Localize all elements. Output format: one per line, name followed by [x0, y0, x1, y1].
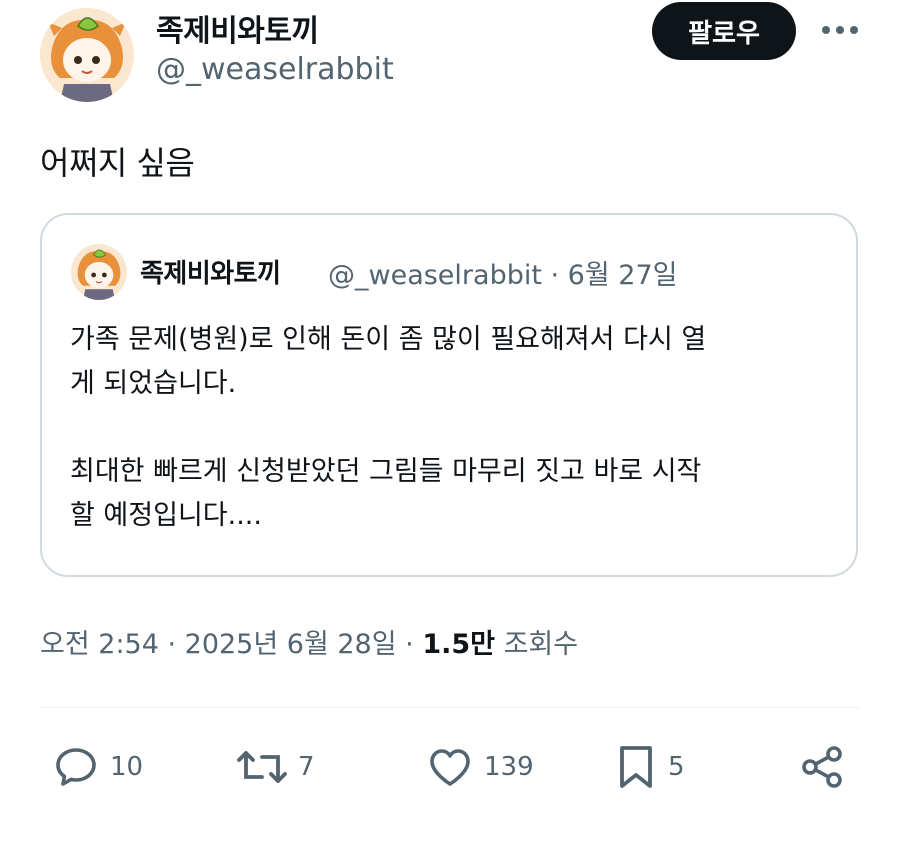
retweet-icon	[237, 751, 287, 783]
reply-count: 10	[110, 752, 144, 782]
like-button[interactable]: 139	[426, 737, 534, 797]
retweet-button[interactable]: 7	[236, 737, 315, 797]
tweet-text: 어쩌지 싶음	[40, 144, 195, 182]
divider	[40, 707, 860, 708]
quoted-author-name: 족제비와토끼	[140, 259, 281, 289]
reply-icon	[56, 748, 96, 786]
quoted-handle-date: @_weaselrabbit · 6월 27일	[328, 260, 678, 291]
share-icon	[802, 746, 842, 788]
time-date-text[interactable]: 오전 2:54 · 2025년 6월 28일 ·	[40, 629, 422, 660]
author-display-name[interactable]: 족제비와토끼	[156, 6, 319, 50]
views-count: 1.5만	[422, 629, 495, 660]
retweet-count: 7	[298, 752, 315, 782]
quoted-author-avatar	[71, 244, 127, 300]
author-avatar[interactable]	[40, 8, 134, 102]
avatar-illustration-icon	[71, 244, 127, 300]
more-icon	[822, 26, 858, 34]
more-options-button[interactable]	[812, 10, 868, 50]
bookmark-icon	[620, 746, 652, 788]
heart-icon	[430, 749, 470, 786]
author-handle[interactable]: @_weaselrabbit	[156, 52, 394, 87]
quoted-tweet-text: 가족 문제(병원)로 인해 돈이 좀 많이 필요해져서 다시 열 게 되었습니다…	[70, 324, 707, 531]
like-count: 139	[484, 752, 534, 782]
follow-button[interactable]: 팔로우	[652, 2, 796, 60]
reply-button[interactable]: 10	[52, 737, 143, 797]
avatar-illustration-icon	[40, 8, 134, 102]
views-label: 조회수	[495, 629, 579, 660]
share-button[interactable]	[798, 737, 846, 797]
bookmark-count: 5	[668, 752, 685, 782]
bookmark-button[interactable]: 5	[614, 737, 685, 797]
tweet-timestamp: 오전 2:54 · 2025년 6월 28일 · 1.5만 조회수	[40, 622, 578, 661]
